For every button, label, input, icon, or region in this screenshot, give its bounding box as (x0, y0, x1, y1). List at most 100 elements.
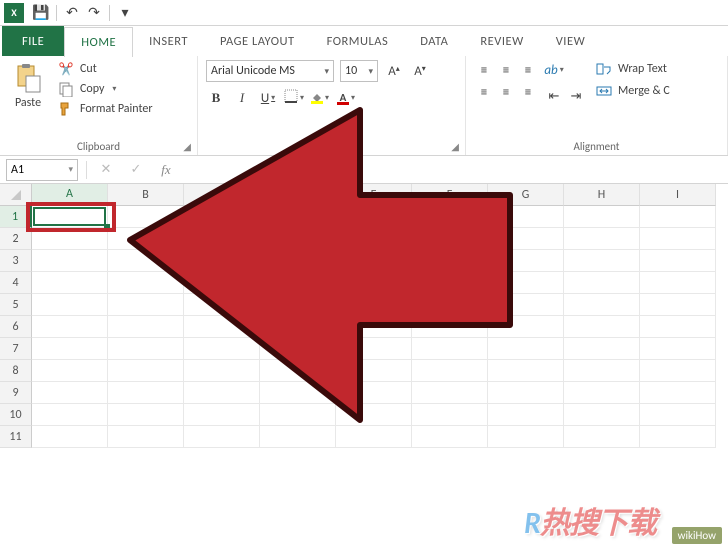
cell-E9[interactable] (336, 382, 412, 404)
cell-G7[interactable] (488, 338, 564, 360)
increase-font-button[interactable]: A▴ (384, 61, 404, 81)
cell-C2[interactable] (184, 228, 260, 250)
bold-button[interactable]: B (206, 88, 226, 108)
cell-A5[interactable] (32, 294, 108, 316)
cell-E3[interactable] (336, 250, 412, 272)
tab-page-layout[interactable]: PAGE LAYOUT (204, 26, 311, 56)
cell-A3[interactable] (32, 250, 108, 272)
cell-H1[interactable] (564, 206, 640, 228)
row-header-8[interactable]: 8 (0, 360, 32, 382)
cell-C11[interactable] (184, 426, 260, 448)
cut-button[interactable]: ✂️ Cut (54, 60, 157, 78)
cell-E1[interactable] (336, 206, 412, 228)
cell-E8[interactable] (336, 360, 412, 382)
cell-I8[interactable] (640, 360, 716, 382)
cell-A7[interactable] (32, 338, 108, 360)
align-middle-button[interactable]: ≡ (496, 60, 516, 80)
cell-I3[interactable] (640, 250, 716, 272)
align-left-button[interactable]: ≡ (474, 82, 494, 102)
cell-B7[interactable] (108, 338, 184, 360)
cell-D1[interactable] (260, 206, 336, 228)
cell-C5[interactable] (184, 294, 260, 316)
qat-undo-button[interactable]: ↶ (61, 2, 83, 24)
cell-C9[interactable] (184, 382, 260, 404)
cell-A2[interactable] (32, 228, 108, 250)
cell-C4[interactable] (184, 272, 260, 294)
borders-button[interactable]: ▾ (284, 88, 304, 108)
cell-G11[interactable] (488, 426, 564, 448)
cell-F11[interactable] (412, 426, 488, 448)
cell-A9[interactable] (32, 382, 108, 404)
cell-D4[interactable] (260, 272, 336, 294)
formula-input[interactable] (185, 159, 722, 181)
cell-D8[interactable] (260, 360, 336, 382)
cell-E10[interactable] (336, 404, 412, 426)
decrease-indent-button[interactable]: ⇤ (544, 86, 564, 106)
row-header-3[interactable]: 3 (0, 250, 32, 272)
increase-indent-button[interactable]: ⇥ (566, 86, 586, 106)
col-header-a[interactable]: A (32, 184, 108, 206)
paste-button[interactable]: Paste (8, 60, 48, 112)
cell-F9[interactable] (412, 382, 488, 404)
cell-C10[interactable] (184, 404, 260, 426)
tab-data[interactable]: DATA (404, 26, 464, 56)
cell-I2[interactable] (640, 228, 716, 250)
cell-H6[interactable] (564, 316, 640, 338)
cell-G9[interactable] (488, 382, 564, 404)
row-header-4[interactable]: 4 (0, 272, 32, 294)
tab-review[interactable]: REVIEW (464, 26, 539, 56)
tab-file[interactable]: FILE (2, 26, 64, 56)
orientation-button[interactable]: ab▾ (544, 60, 564, 80)
align-bottom-button[interactable]: ≡ (518, 60, 538, 80)
cell-D3[interactable] (260, 250, 336, 272)
row-header-7[interactable]: 7 (0, 338, 32, 360)
wrap-text-button[interactable]: Wrap Text (592, 60, 674, 78)
col-header-c[interactable]: C (184, 184, 260, 206)
cell-G4[interactable] (488, 272, 564, 294)
align-center-button[interactable]: ≡ (496, 82, 516, 102)
cell-B5[interactable] (108, 294, 184, 316)
cell-D6[interactable] (260, 316, 336, 338)
col-header-h[interactable]: H (564, 184, 640, 206)
fill-color-button[interactable]: ▾ (310, 88, 330, 108)
cell-G1[interactable] (488, 206, 564, 228)
font-color-button[interactable]: A ▾ (336, 88, 356, 108)
cell-I1[interactable] (640, 206, 716, 228)
cell-G6[interactable] (488, 316, 564, 338)
cell-I9[interactable] (640, 382, 716, 404)
cell-F2[interactable] (412, 228, 488, 250)
cell-I10[interactable] (640, 404, 716, 426)
cell-B11[interactable] (108, 426, 184, 448)
cell-A6[interactable] (32, 316, 108, 338)
cell-I5[interactable] (640, 294, 716, 316)
col-header-g[interactable]: G (488, 184, 564, 206)
cell-D5[interactable] (260, 294, 336, 316)
cell-E7[interactable] (336, 338, 412, 360)
underline-button[interactable]: U▾ (258, 88, 278, 108)
cell-I6[interactable] (640, 316, 716, 338)
insert-function-button[interactable]: fx (155, 159, 177, 181)
cell-E2[interactable] (336, 228, 412, 250)
cell-I11[interactable] (640, 426, 716, 448)
cell-B4[interactable] (108, 272, 184, 294)
cell-A11[interactable] (32, 426, 108, 448)
cell-I7[interactable] (640, 338, 716, 360)
cell-C7[interactable] (184, 338, 260, 360)
cell-F1[interactable] (412, 206, 488, 228)
col-header-f[interactable]: F (412, 184, 488, 206)
cell-F10[interactable] (412, 404, 488, 426)
cell-B1[interactable] (108, 206, 184, 228)
italic-button[interactable]: I (232, 88, 252, 108)
cell-D7[interactable] (260, 338, 336, 360)
col-header-d[interactable]: D (260, 184, 336, 206)
cell-C3[interactable] (184, 250, 260, 272)
cell-A1[interactable] (32, 206, 108, 228)
tab-formulas[interactable]: FORMULAS (311, 26, 405, 56)
cell-H4[interactable] (564, 272, 640, 294)
cell-H5[interactable] (564, 294, 640, 316)
cancel-entry-button[interactable]: ✕ (95, 159, 117, 181)
cell-C8[interactable] (184, 360, 260, 382)
cell-C1[interactable] (184, 206, 260, 228)
cell-A10[interactable] (32, 404, 108, 426)
cell-H3[interactable] (564, 250, 640, 272)
